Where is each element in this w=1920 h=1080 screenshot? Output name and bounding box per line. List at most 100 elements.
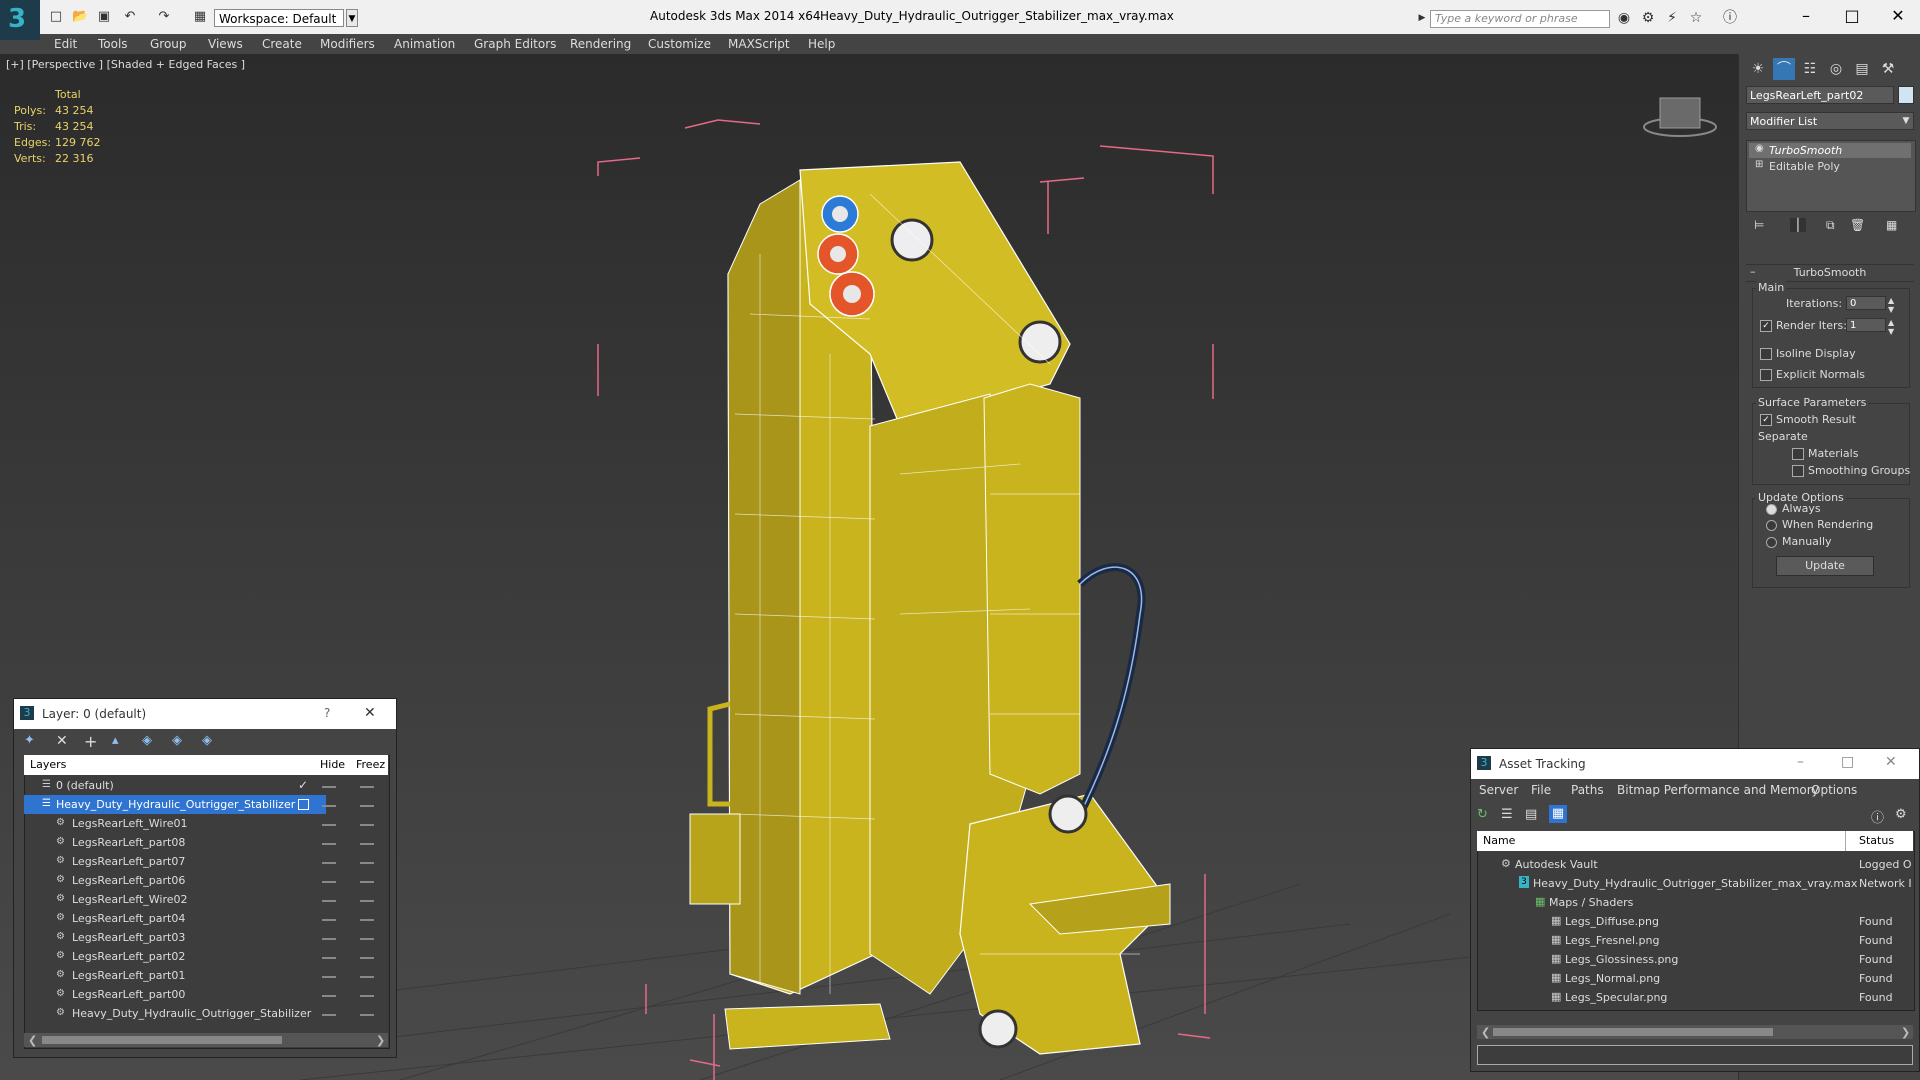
modify-tab-icon[interactable]: ⌒ (1773, 58, 1795, 80)
layer-row[interactable]: LegsRearLeft_part07 (24, 852, 346, 871)
close-icon[interactable]: ✕ (364, 705, 376, 721)
column-header-status[interactable]: Status (1859, 834, 1894, 847)
app-logo[interactable]: 3 (0, 0, 40, 40)
freeze-toggle[interactable] (360, 919, 374, 921)
hierarchy-tab-icon[interactable]: ☷ (1799, 58, 1821, 80)
layer-row[interactable]: LegsRearLeft_part08 (24, 833, 346, 852)
workspace-dropdown[interactable]: Workspace: Default (214, 9, 344, 27)
scroll-left-icon[interactable]: ❮ (1481, 1026, 1490, 1039)
menu-maxscript[interactable]: MAXScript (728, 34, 790, 54)
hide-toggle[interactable] (322, 786, 336, 788)
create-tab-icon[interactable]: ☀ (1747, 58, 1769, 80)
hide-toggle[interactable] (322, 843, 336, 845)
isoline-display-checkbox[interactable] (1760, 348, 1772, 360)
help-icon[interactable]: ? (324, 706, 330, 720)
motion-tab-icon[interactable]: ◎ (1825, 58, 1847, 80)
smooth-result-checkbox[interactable]: ✓ (1760, 414, 1772, 426)
hide-all-layers-icon[interactable]: ◈ (172, 733, 182, 748)
scroll-left-icon[interactable]: ❮ (28, 1034, 37, 1047)
minimize-window-icon[interactable]: – (1786, 4, 1826, 28)
layer-row-selected[interactable]: Heavy_Duty_Hydraulic_Outrigger_Stabilize… (24, 795, 326, 814)
hide-toggle[interactable] (322, 824, 336, 826)
tree-view-icon[interactable]: ▤ (1525, 807, 1537, 822)
asset-menu-paths[interactable]: Paths (1571, 783, 1604, 797)
refresh-icon[interactable]: ↻ (1477, 807, 1488, 822)
select-objects-in-layer-icon[interactable]: ▴ (112, 733, 119, 748)
hide-toggle[interactable] (322, 881, 336, 883)
save-file-icon[interactable]: ▣ (96, 9, 112, 25)
object-name-field[interactable]: LegsRearLeft_part02 (1746, 86, 1894, 104)
outrigger-model[interactable] (689, 161, 1171, 1055)
remove-modifier-icon[interactable]: 🗑 (1850, 218, 1865, 232)
menu-animation[interactable]: Animation (394, 34, 455, 54)
hide-toggle[interactable] (322, 862, 336, 864)
hide-toggle[interactable] (322, 919, 336, 921)
column-header-hide[interactable]: Hide (320, 758, 345, 771)
pin-stack-icon[interactable]: ⊨ (1754, 218, 1764, 232)
communication-icon[interactable]: ⚡ (1664, 10, 1680, 26)
freeze-toggle[interactable] (360, 976, 374, 978)
asset-row-name[interactable]: Legs_Normal.png (1565, 969, 1660, 988)
create-new-layer-icon[interactable]: ✦ (24, 733, 35, 748)
chevron-down-icon[interactable]: ▼ (1898, 112, 1914, 130)
iterations-spinner[interactable]: 0 (1846, 296, 1886, 310)
menu-rendering[interactable]: Rendering (570, 34, 631, 54)
explicit-normals-checkbox[interactable] (1760, 369, 1772, 381)
always-radio[interactable] (1766, 504, 1777, 515)
list-view-icon[interactable]: ☰ (1501, 807, 1513, 822)
freeze-toggle[interactable] (360, 995, 374, 997)
make-unique-icon[interactable]: ⧉ (1826, 218, 1835, 233)
freeze-toggle[interactable] (360, 843, 374, 845)
asset-row-name[interactable]: Legs_Fresnel.png (1565, 931, 1659, 950)
menu-group[interactable]: Group (150, 34, 187, 54)
asset-menu-options[interactable]: Options (1811, 783, 1857, 797)
search-input[interactable]: Type a keyword or phrase (1430, 10, 1610, 28)
asset-row-name[interactable]: Maps / Shaders (1549, 893, 1633, 912)
freeze-toggle[interactable] (360, 900, 374, 902)
lightbulb-icon[interactable]: ◉ (1755, 143, 1764, 154)
menu-create[interactable]: Create (262, 34, 302, 54)
layer-row[interactable]: LegsRearLeft_part02 (24, 947, 346, 966)
display-tab-icon[interactable]: ▤ (1851, 58, 1873, 80)
asset-path-field[interactable] (1477, 1045, 1913, 1065)
highlight-selected-layer-icon[interactable]: ◈ (142, 733, 152, 748)
layer-row[interactable]: LegsRearLeft_part01 (24, 966, 346, 985)
asset-row-name[interactable]: Legs_Specular.png (1565, 988, 1667, 1007)
column-header-layers[interactable]: Layers (30, 758, 66, 771)
asset-menu-file[interactable]: File (1531, 783, 1551, 797)
show-end-result-icon[interactable]: │ (1790, 218, 1806, 232)
column-header-freeze[interactable]: Freez (356, 758, 385, 771)
asset-row-name[interactable]: Heavy_Duty_Hydraulic_Outrigger_Stabilize… (1533, 874, 1857, 893)
menu-customize[interactable]: Customize (648, 34, 711, 54)
layer-row[interactable]: LegsRearLeft_part06 (24, 871, 346, 890)
manually-radio[interactable] (1766, 537, 1777, 548)
hide-toggle[interactable] (322, 938, 336, 940)
hide-toggle[interactable] (322, 995, 336, 997)
asset-menu-server[interactable]: Server (1479, 783, 1518, 797)
update-button[interactable]: Update (1776, 556, 1874, 576)
search-expand-icon[interactable]: ▶ (1414, 10, 1430, 26)
rollout-turbosmooth-title[interactable]: TurboSmooth (1746, 264, 1914, 282)
freeze-toggle[interactable] (360, 805, 374, 807)
utilities-tab-icon[interactable]: ⚒ (1877, 58, 1899, 80)
scroll-right-icon[interactable]: ❯ (376, 1034, 385, 1047)
layer-row[interactable]: LegsRearLeft_Wire02 (24, 890, 346, 909)
layer-row[interactable]: 0 (default) (24, 776, 330, 795)
freeze-toggle[interactable] (360, 862, 374, 864)
hide-toggle[interactable] (322, 957, 336, 959)
add-to-layer-icon[interactable]: + (84, 732, 97, 751)
scrollbar-thumb[interactable] (42, 1036, 282, 1044)
redo-icon[interactable]: ↷ (156, 9, 172, 25)
help-icon[interactable]: ⓘ (1722, 10, 1738, 26)
materials-checkbox[interactable] (1792, 448, 1804, 460)
smoothing-groups-checkbox[interactable] (1792, 465, 1804, 477)
delete-layer-icon[interactable]: ✕ (56, 733, 68, 749)
render-iters-spinner[interactable]: 1 (1846, 318, 1886, 332)
freeze-toggle[interactable] (360, 824, 374, 826)
stack-item-turbosmooth[interactable]: TurboSmooth (1749, 143, 1911, 158)
new-file-icon[interactable]: □ (48, 9, 64, 25)
layer-row[interactable]: LegsRearLeft_part03 (24, 928, 346, 947)
layer-dialog-titlebar[interactable]: 3 Layer: 0 (default) ? ✕ (14, 699, 396, 729)
object-color-swatch[interactable] (1898, 86, 1914, 104)
undo-icon[interactable]: ↶ (122, 9, 138, 25)
